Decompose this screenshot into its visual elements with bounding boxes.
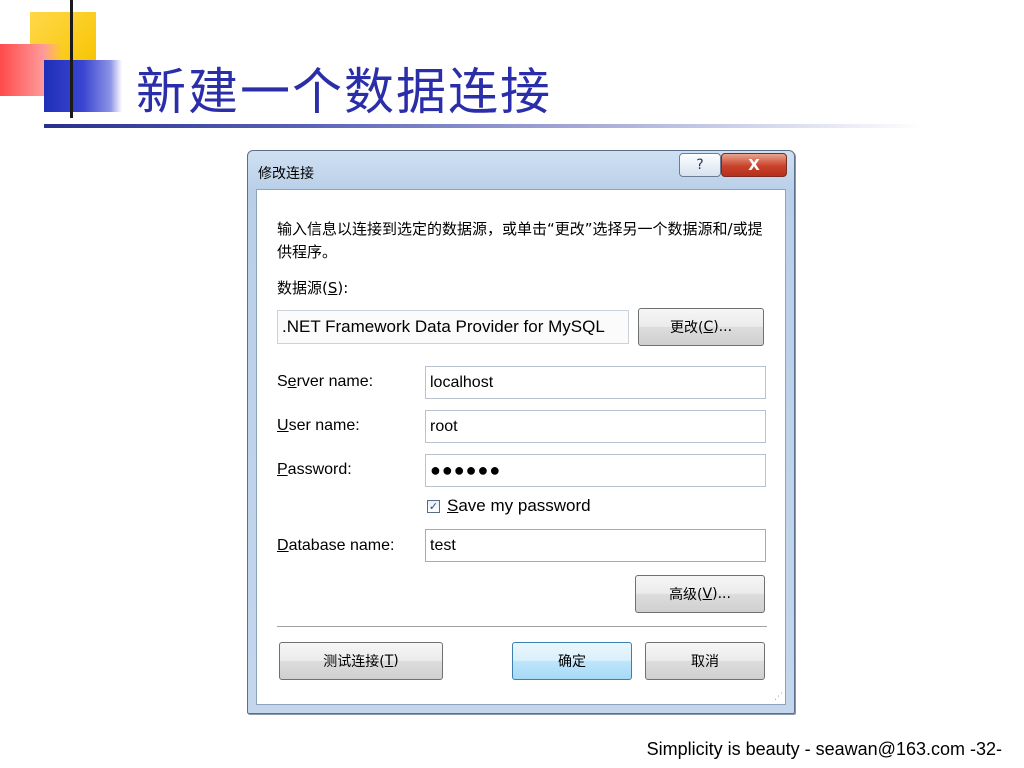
server-name-input[interactable]: localhost bbox=[425, 366, 766, 399]
slide-footer: Simplicity is beauty - seawan@163.com -3… bbox=[646, 739, 1002, 759]
dialog-titlebar[interactable]: 修改连接 ? X bbox=[248, 151, 794, 189]
database-name-input[interactable]: test bbox=[425, 529, 766, 562]
password-label: Password: bbox=[277, 461, 352, 478]
deco-vertical-line bbox=[70, 0, 73, 118]
modify-connection-dialog: 修改连接 ? X 输入信息以连接到选定的数据源，或单击“更改”选择另一个数据源和… bbox=[247, 150, 795, 714]
database-name-label: Database name: bbox=[277, 537, 395, 554]
datasource-field: .NET Framework Data Provider for MySQL bbox=[277, 310, 629, 344]
help-button[interactable]: ? bbox=[679, 153, 721, 177]
title-underline bbox=[44, 124, 924, 128]
dialog-body: 输入信息以连接到选定的数据源，或单击“更改”选择另一个数据源和/或提供程序。 数… bbox=[256, 189, 786, 705]
change-datasource-button[interactable]: 更改(C)... bbox=[638, 308, 764, 346]
checkmark-icon: ✓ bbox=[428, 500, 439, 513]
slide-title: 新建一个数据连接 bbox=[136, 63, 552, 121]
cancel-button[interactable]: 取消 bbox=[645, 642, 765, 680]
test-connection-button[interactable]: 测试连接(T) bbox=[279, 642, 443, 680]
help-icon: ? bbox=[696, 157, 704, 173]
close-button[interactable]: X bbox=[721, 153, 787, 177]
advanced-button[interactable]: 高级(V)... bbox=[635, 575, 765, 613]
deco-blue-square bbox=[44, 60, 122, 112]
save-password-checkbox[interactable]: ✓ bbox=[427, 500, 440, 513]
server-name-label: Server name: bbox=[277, 373, 374, 390]
divider bbox=[277, 626, 767, 627]
password-input[interactable]: ●●●●●● bbox=[425, 454, 766, 487]
resize-grip-icon[interactable]: ⋰ bbox=[774, 693, 783, 702]
dialog-title: 修改连接 bbox=[258, 166, 314, 182]
close-icon: X bbox=[748, 156, 760, 174]
ok-button[interactable]: 确定 bbox=[512, 642, 632, 680]
dialog-description: 输入信息以连接到选定的数据源，或单击“更改”选择另一个数据源和/或提供程序。 bbox=[277, 220, 763, 261]
user-name-input[interactable]: root bbox=[425, 410, 766, 443]
datasource-label: 数据源(S): bbox=[277, 279, 349, 297]
user-name-label: User name: bbox=[277, 417, 360, 434]
save-password-label[interactable]: Save my password bbox=[447, 496, 591, 516]
